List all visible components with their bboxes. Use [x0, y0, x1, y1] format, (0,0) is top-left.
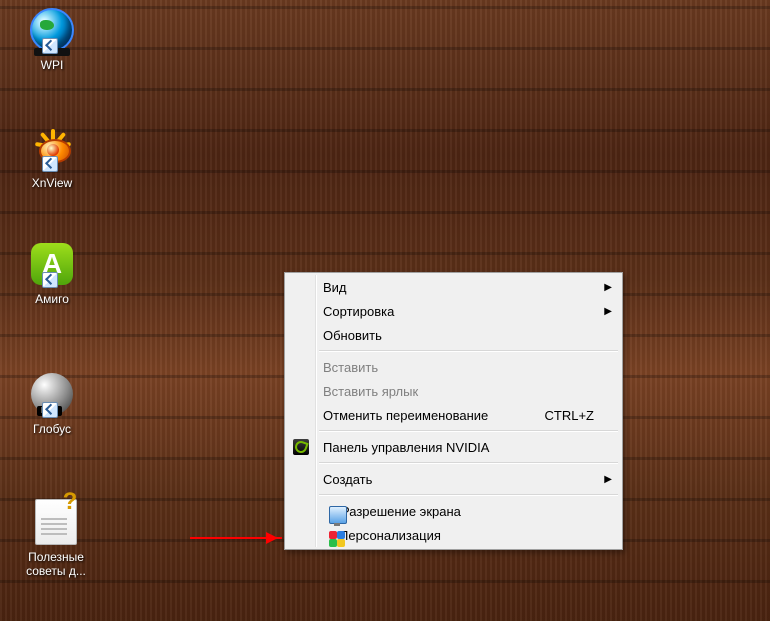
desktop-icon-wpi[interactable]: WPI	[14, 6, 90, 72]
desktop-icon-help-document[interactable]: ? Полезные советы д...	[14, 498, 98, 578]
menu-item-view[interactable]: Вид ▶	[287, 275, 620, 299]
menu-item-label: Персонализация	[339, 528, 441, 543]
shortcut-overlay-icon	[42, 38, 58, 54]
desktop[interactable]: WPI XnView A Амиго	[0, 0, 770, 621]
desktop-icon-globus[interactable]: Глобус	[14, 370, 90, 436]
menu-item-nvidia-control-panel[interactable]: Панель управления NVIDIA	[287, 435, 620, 459]
menu-item-personalize[interactable]: Персонализация	[287, 523, 620, 547]
menu-item-refresh[interactable]: Обновить	[287, 323, 620, 347]
menu-item-label: Вставить ярлык	[323, 384, 418, 399]
menu-item-label: Вставить	[323, 360, 378, 375]
shortcut-overlay-icon	[42, 156, 58, 172]
menu-separator	[319, 350, 618, 352]
desktop-icon-label: XnView	[14, 176, 90, 190]
menu-item-label: Разрешение экрана	[341, 504, 461, 519]
shortcut-overlay-icon	[42, 272, 58, 288]
menu-item-label: Отменить переименование	[323, 408, 488, 423]
menu-separator	[319, 494, 618, 496]
nvidia-icon	[293, 439, 309, 455]
submenu-arrow-icon: ▶	[604, 474, 612, 485]
menu-item-undo-rename[interactable]: Отменить переименование CTRL+Z	[287, 403, 620, 427]
menu-separator	[319, 430, 618, 432]
xnview-app-icon	[28, 124, 76, 172]
desktop-icon-label: Полезные советы д...	[14, 550, 98, 578]
submenu-arrow-icon: ▶	[604, 282, 612, 293]
desktop-icon-xnview[interactable]: XnView	[14, 124, 90, 190]
desktop-context-menu: Вид ▶ Сортировка ▶ Обновить Вставить Вст…	[284, 272, 623, 550]
personalize-icon	[329, 531, 345, 547]
menu-item-label: Создать	[323, 472, 372, 487]
menu-item-paste-shortcut: Вставить ярлык	[287, 379, 620, 403]
menu-item-sort[interactable]: Сортировка ▶	[287, 299, 620, 323]
menu-item-label: Обновить	[323, 328, 382, 343]
annotation-arrow	[190, 537, 282, 539]
menu-item-label: Сортировка	[323, 304, 394, 319]
globe-app-icon	[28, 6, 76, 54]
menu-separator	[319, 462, 618, 464]
amigo-app-icon: A	[28, 240, 76, 288]
desktop-icon-label: Глобус	[14, 422, 90, 436]
menu-item-shortcut: CTRL+Z	[545, 408, 612, 423]
menu-item-paste: Вставить	[287, 355, 620, 379]
menu-item-label: Вид	[323, 280, 347, 295]
desktop-icon-label: WPI	[14, 58, 90, 72]
desktop-icon-label: Амиго	[14, 292, 90, 306]
globe-pro-app-icon	[28, 370, 76, 418]
help-document-icon: ?	[32, 498, 80, 546]
menu-item-label: Панель управления NVIDIA	[323, 440, 489, 455]
menu-item-new[interactable]: Создать ▶	[287, 467, 620, 491]
submenu-arrow-icon: ▶	[604, 306, 612, 317]
desktop-icon-amigo[interactable]: A Амиго	[14, 240, 90, 306]
shortcut-overlay-icon	[42, 402, 58, 418]
monitor-icon	[329, 506, 347, 524]
menu-item-screen-resolution[interactable]: Разрешение экрана	[287, 499, 620, 523]
